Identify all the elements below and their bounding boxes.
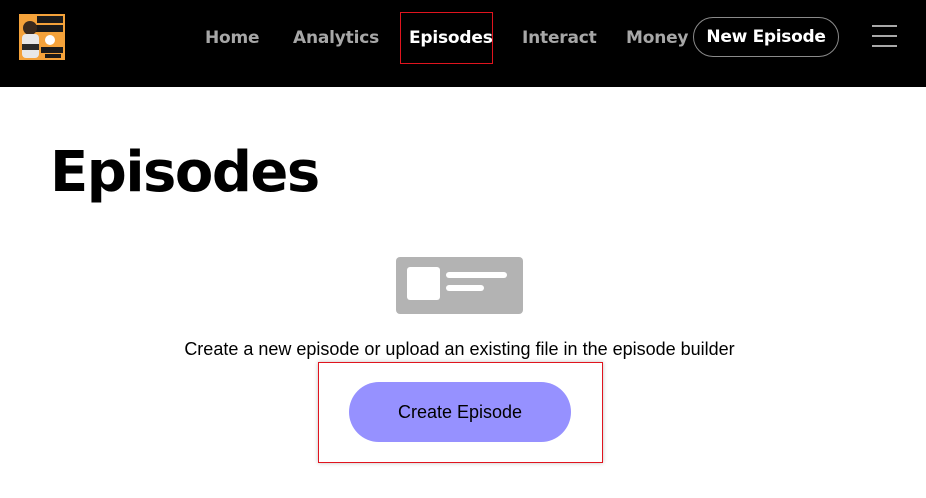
top-navigation-bar: Home Analytics Episodes Interact Money N… — [0, 0, 926, 87]
podcast-cover-icon — [19, 14, 65, 60]
podcast-logo[interactable] — [19, 14, 65, 60]
nav-home[interactable]: Home — [205, 26, 260, 50]
hamburger-menu-icon[interactable] — [872, 25, 897, 47]
empty-state-message: Create a new episode or upload an existi… — [184, 339, 735, 359]
page-title: Episodes — [50, 140, 320, 205]
nav-money[interactable]: Money — [626, 26, 689, 50]
create-episode-button[interactable]: Create Episode — [349, 382, 571, 442]
new-episode-button[interactable]: New Episode — [693, 17, 839, 57]
nav-episodes[interactable]: Episodes — [409, 26, 493, 50]
nav-analytics[interactable]: Analytics — [293, 26, 379, 50]
episode-card-illustration-icon — [396, 257, 523, 314]
nav-interact[interactable]: Interact — [522, 26, 597, 50]
